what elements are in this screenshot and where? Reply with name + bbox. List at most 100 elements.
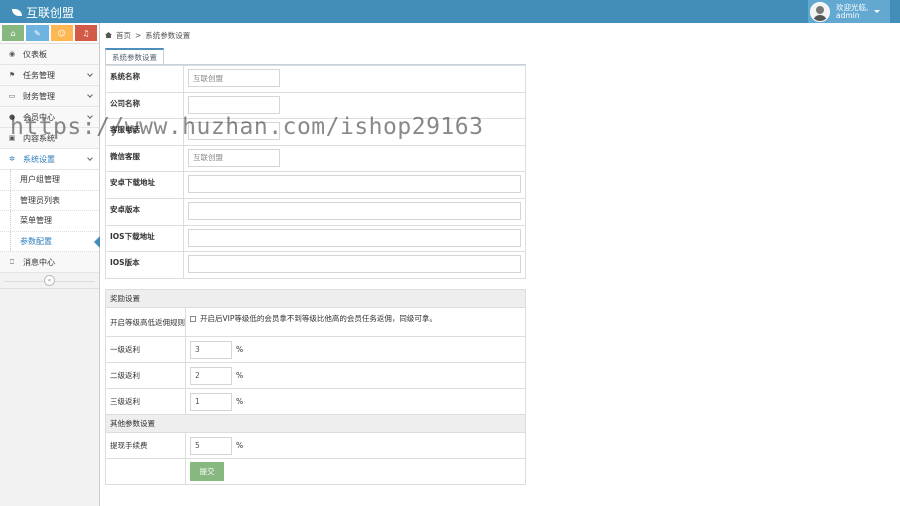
sidebar-item-label: 财务管理 [23,91,55,101]
field-label: 开启等级高低返佣规则 [105,307,186,337]
table-row: 客服电话 [105,118,526,146]
double-chevron-left-icon[interactable]: « [44,275,55,286]
service-phone-input[interactable] [188,122,280,141]
sidebar-item-label: 仪表板 [23,49,47,59]
field-label: IOS版本 [105,251,184,279]
percent-unit: % [236,441,244,450]
field-label: 二级返利 [105,362,186,389]
sidebar-item-finance[interactable]: ▭ 财务管理 [0,86,99,107]
table-row: IOS版本 [105,251,526,279]
level2-rebate-input[interactable]: 2 [190,366,232,385]
field-label: 系统名称 [105,65,184,93]
field-label: 客服电话 [105,118,184,146]
sidebar-item-members[interactable]: ● 会员中心 [0,107,99,128]
caret-down-icon [874,10,881,13]
tab-bar: 系统参数设置 [105,48,164,65]
dashboard-icon: ◉ [8,50,16,58]
sidebar-item-label: 消息中心 [23,257,55,267]
table-row: 系统名称 互联创盟 [105,65,526,93]
bell-icon: ♫ [82,28,90,38]
home-icon [105,32,112,38]
shortcut-bell-button[interactable]: ♫ [74,25,97,41]
active-pointer-icon [94,235,100,248]
table-row: 公司名称 [105,91,526,120]
flag-icon: ⚑ [8,71,16,79]
table-row: 微信客服 互联创盟 [105,144,526,173]
users-icon: ☺ [57,28,66,38]
table-row: 开启等级高低返佣规则 开启后VIP等级低的会员拿不到等级比他高的会员任务返佣，同… [105,307,526,337]
sidebar-subitem-admins[interactable]: 管理员列表 [0,190,99,211]
company-name-input[interactable] [188,95,280,114]
chevron-down-icon [87,71,93,77]
submit-button[interactable]: 提交 [190,462,224,481]
level1-rebate-input[interactable]: 3 [190,340,232,359]
field-label: 公司名称 [105,91,184,120]
pencil-icon: ✎ [34,28,41,38]
shortcut-pencil-button[interactable]: ✎ [26,25,49,41]
system-params-table: 系统名称 互联创盟 公司名称 客服电话 微信客服 互联创盟 安卓下载地址 安卓版… [105,65,526,279]
sidebar-item-label: 会员中心 [23,112,55,122]
top-navbar: 互联创盟 欢迎光临, admin [0,0,900,23]
withdraw-fee-input[interactable]: 5 [190,436,232,455]
user-icon: ● [8,113,16,121]
sidebar-subitem-user-groups[interactable]: 用户组管理 [0,170,99,191]
picture-icon: ▣ [8,134,16,142]
breadcrumb-home[interactable]: 首页 [116,30,131,41]
field-label: 安卓版本 [105,197,184,226]
breadcrumb: 首页 > 系统参数设置 [101,23,900,47]
shortcut-home-button[interactable]: ⌂ [2,25,25,41]
table-row: 奖励设置 [105,289,526,308]
sidebar-subitem-params[interactable]: 参数配置 [0,231,100,252]
chevron-down-icon [87,113,93,119]
table-row: 安卓下载地址 [105,171,526,199]
table-row: 三级返利 1% [105,388,526,415]
table-row: 其他参数设置 [105,414,526,433]
ios-version-input[interactable] [188,255,521,274]
field-label: IOS下载地址 [105,224,184,253]
wechat-service-input[interactable]: 互联创盟 [188,148,280,167]
reward-params-table: 奖励设置 开启等级高低返佣规则 开启后VIP等级低的会员拿不到等级比他高的会员任… [105,289,526,485]
cog-icon: ✲ [9,155,15,163]
sidebar-item-system-settings[interactable]: ✲ 系统设置 [0,149,99,170]
percent-unit: % [236,397,244,406]
android-download-url-input[interactable] [188,175,521,194]
field-label: 提现手续费 [105,432,186,459]
system-name-input[interactable]: 互联创盟 [188,69,280,87]
breadcrumb-current: 系统参数设置 [145,30,191,40]
table-row: 安卓版本 [105,197,526,226]
android-version-input[interactable] [188,201,521,220]
level3-rebate-input[interactable]: 1 [190,392,232,411]
credit-card-icon: ▭ [8,92,16,100]
section-header: 其他参数设置 [105,414,526,433]
tab-system-params[interactable]: 系统参数设置 [105,48,164,65]
home-icon: ⌂ [10,28,16,38]
sidebar-subitem-label: 菜单管理 [20,216,52,226]
field-label: 安卓下载地址 [105,171,184,199]
chevron-down-icon [87,155,93,161]
user-menu[interactable]: 欢迎光临, admin [808,0,890,23]
sidebar-item-tasks[interactable]: ⚑ 任务管理 [0,65,99,86]
brand-logo[interactable]: 互联创盟 [12,4,74,21]
sidebar-item-messages[interactable]: ⎕ 消息中心 [0,252,99,273]
shortcut-users-button[interactable]: ☺ [50,25,73,41]
avatar [810,1,830,22]
sidebar-item-dashboard[interactable]: ◉ 仪表板 [0,44,99,65]
sidebar-subitem-label: 用户组管理 [20,175,60,185]
main-content: 首页 > 系统参数设置 系统参数设置 系统名称 互联创盟 公司名称 客服电话 微… [101,23,900,506]
breadcrumb-separator: > [135,30,142,40]
ios-download-url-input[interactable] [188,228,521,247]
sidebar-shortcuts: ⌂ ✎ ☺ ♫ [0,23,99,44]
username-text: admin [836,10,860,20]
sidebar-collapse-bar: « [0,273,99,289]
percent-unit: % [236,345,244,354]
sidebar-item-label: 系统设置 [23,154,55,164]
sidebar-subitem-label: 参数配置 [20,236,52,246]
sidebar-subitem-menus[interactable]: 菜单管理 [0,211,99,232]
section-header: 奖励设置 [105,289,526,308]
sidebar-item-content[interactable]: ▣ 内容系统 [0,128,99,149]
sidebar: ⌂ ✎ ☺ ♫ ◉ 仪表板 ⚑ 任务管理 ▭ 财务管理 ● 会员中心 ▣ 内容系… [0,23,100,506]
table-row: 提现手续费 5% [105,432,526,459]
rule-checkbox[interactable] [190,316,196,322]
percent-unit: % [236,371,244,380]
field-label: 三级返利 [105,388,186,415]
